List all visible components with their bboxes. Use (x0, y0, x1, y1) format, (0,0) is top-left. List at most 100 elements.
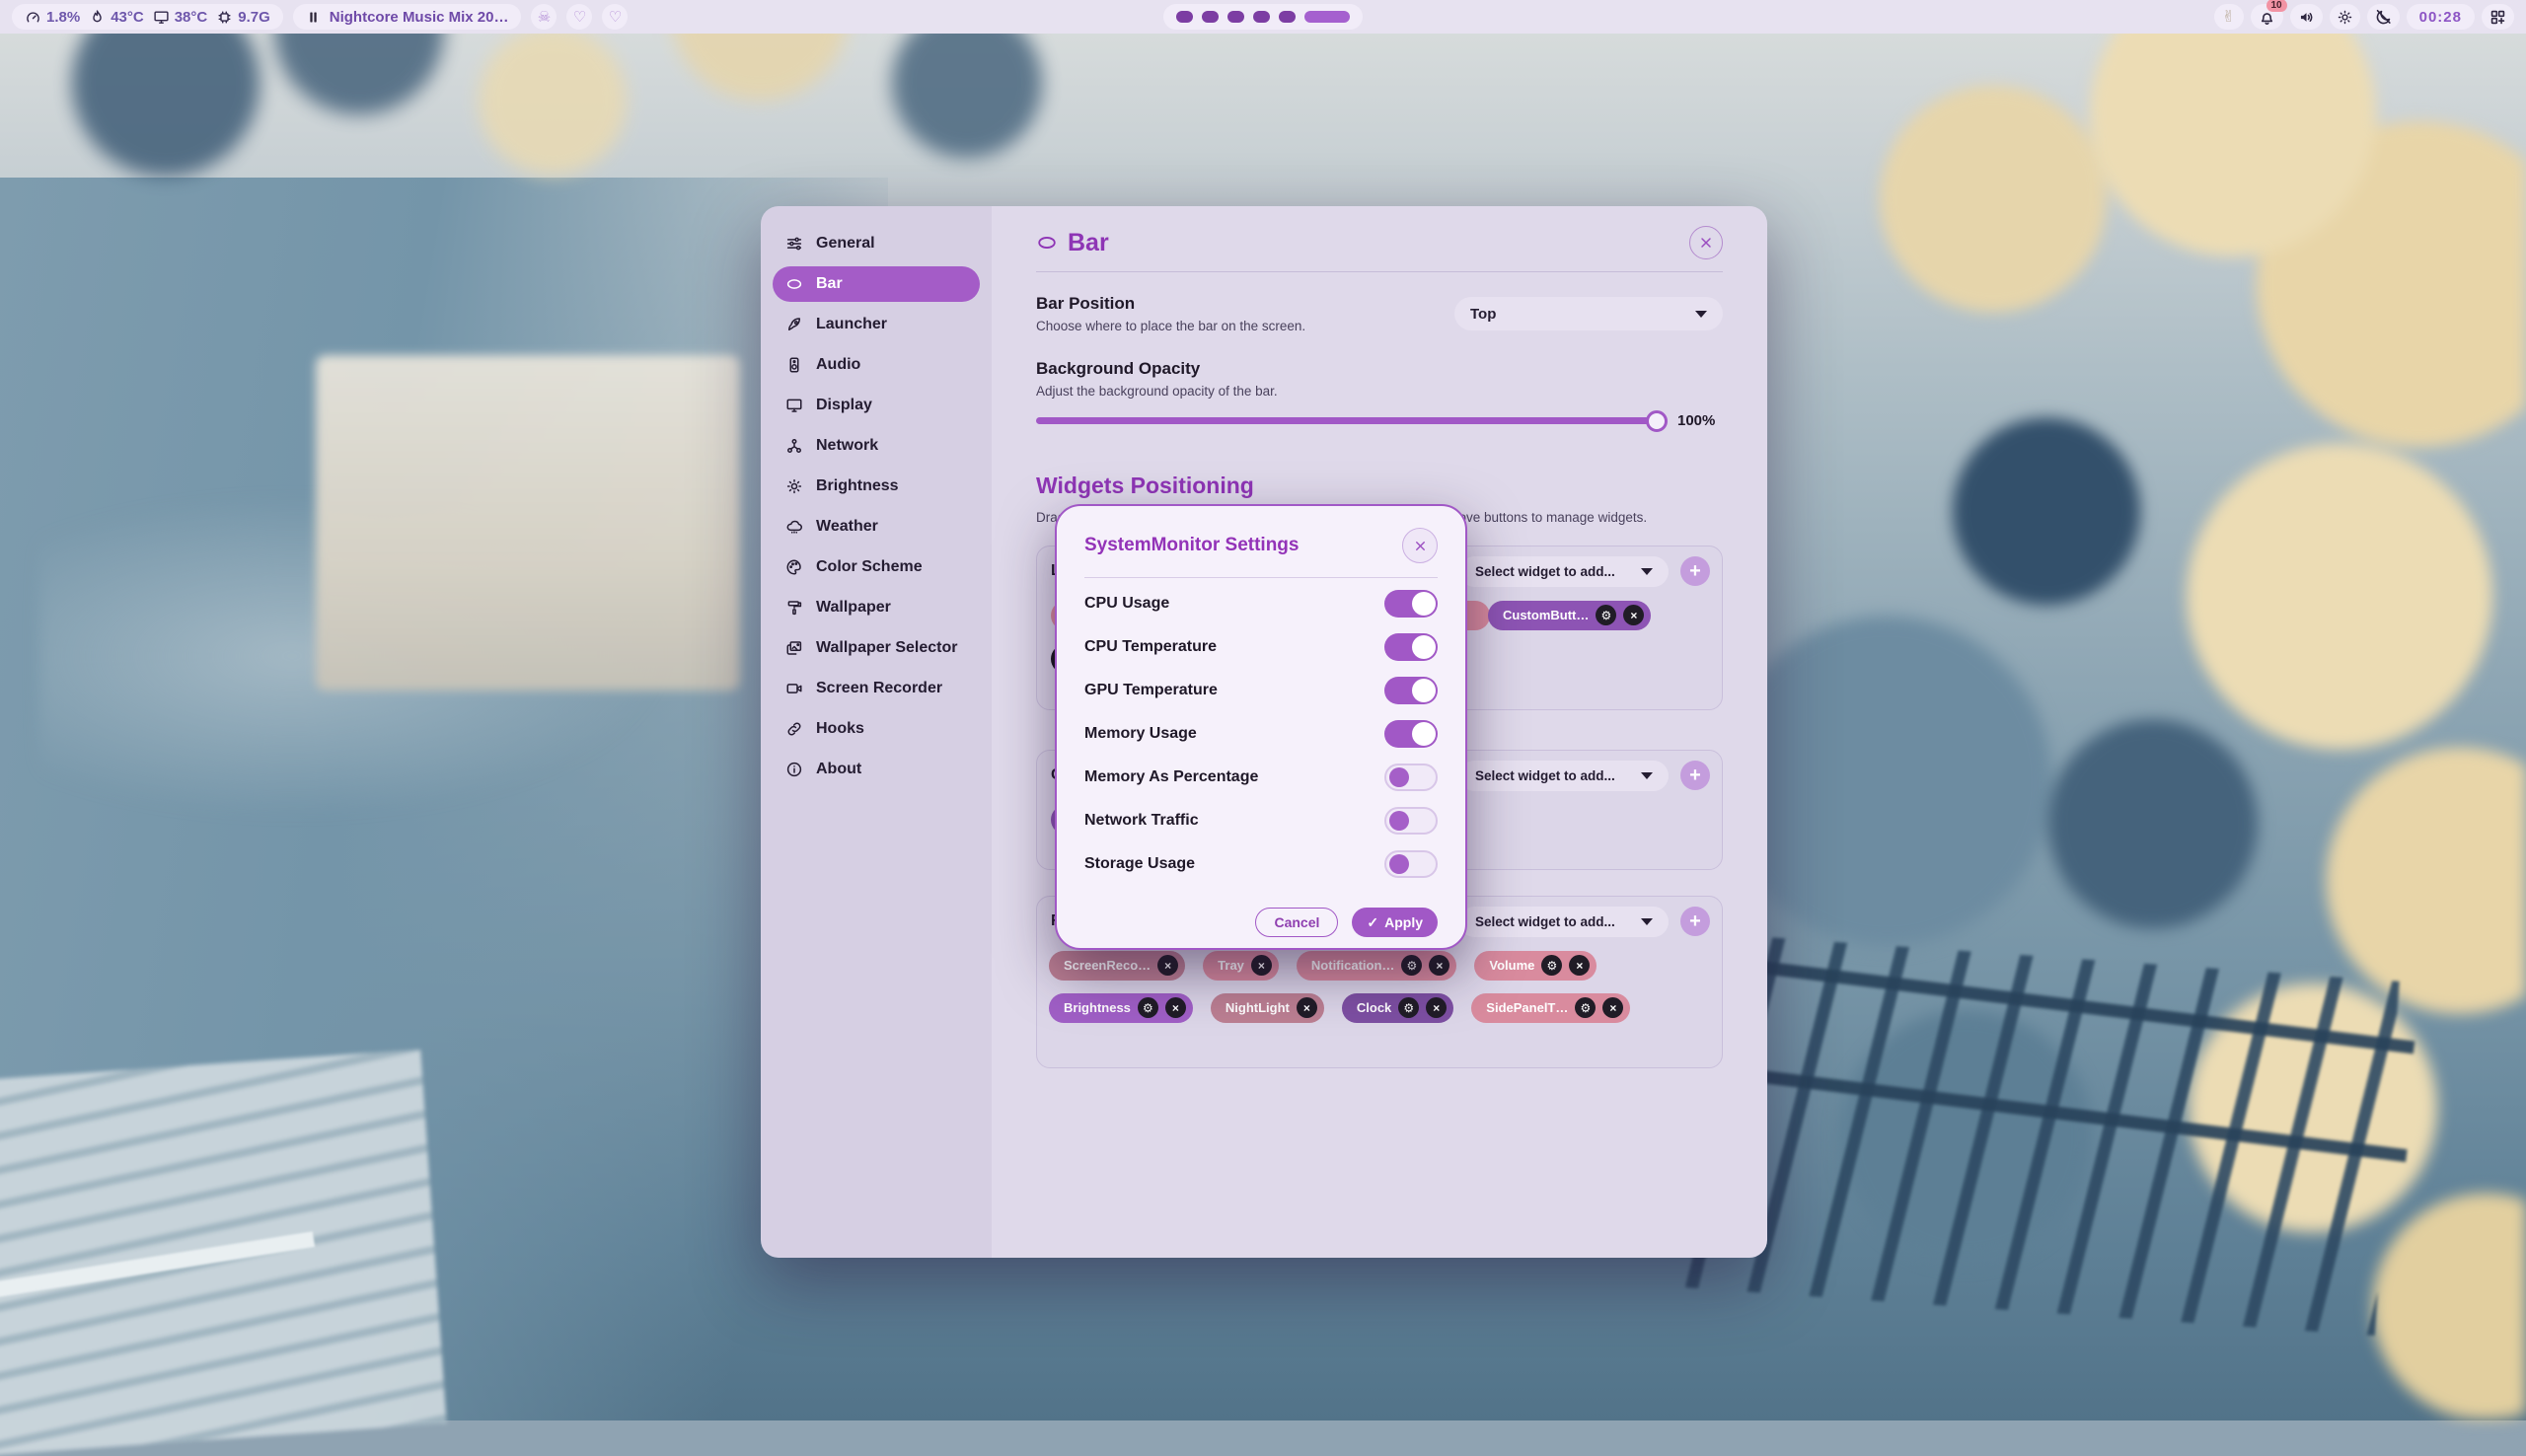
system-stats-widget[interactable]: 1.8% 43°C 38°C 9.7G (12, 4, 283, 30)
network-icon (785, 437, 803, 455)
sidebar-item-network[interactable]: Network (773, 428, 980, 464)
right-add-widget-dropdown[interactable]: Select widget to add... (1459, 907, 1669, 937)
clock-time: 00:28 (2419, 9, 2462, 26)
cpu-temperature-toggle[interactable] (1384, 633, 1438, 661)
remove-icon[interactable]: × (1297, 997, 1317, 1018)
sidebar-item-color-scheme[interactable]: Color Scheme (773, 549, 980, 585)
remove-icon[interactable]: × (1602, 997, 1623, 1018)
chevron-down-icon (1695, 311, 1707, 318)
images-icon (785, 639, 803, 657)
remove-icon[interactable]: × (1569, 955, 1590, 976)
storage-usage-toggle[interactable] (1384, 850, 1438, 878)
sidebar-label: Color Scheme (816, 558, 923, 576)
left-add-widget-dropdown[interactable]: Select widget to add... (1459, 556, 1669, 587)
gear-icon[interactable]: ⚙ (1596, 605, 1616, 625)
sidebar-item-wallpaper-selector[interactable]: Wallpaper Selector (773, 630, 980, 666)
remove-icon[interactable]: × (1623, 605, 1644, 625)
brightness-button[interactable] (2330, 4, 2360, 30)
workspace-indicator[interactable] (1163, 4, 1363, 30)
sidebar-label: General (816, 235, 875, 253)
widget-chip-sidepanel[interactable]: SidePanelT… ⚙ × (1471, 993, 1630, 1023)
bar-position-description: Choose where to place the bar on the scr… (1036, 319, 1454, 333)
gear-icon[interactable]: ⚙ (1575, 997, 1596, 1018)
workspace-dot-2[interactable] (1202, 11, 1219, 23)
widget-chip[interactable]: CustomButt… ⚙ × (1488, 601, 1651, 630)
volume-button[interactable] (2290, 4, 2323, 30)
workspace-dot-4[interactable] (1253, 11, 1270, 23)
left-add-widget-button[interactable]: + (1680, 556, 1710, 586)
gpu-temperature-toggle[interactable] (1384, 677, 1438, 704)
chevron-down-icon (1641, 568, 1653, 575)
cpu-usage-toggle[interactable] (1384, 590, 1438, 618)
chip-label: Clock (1357, 1000, 1391, 1015)
sidebar-item-hooks[interactable]: Hooks (773, 711, 980, 747)
sidebar-item-launcher[interactable]: Launcher (773, 307, 980, 342)
toggle-row-storage-usage: Storage Usage (1084, 842, 1438, 886)
apply-button[interactable]: ✓ Apply (1352, 908, 1438, 937)
link-icon (785, 720, 803, 738)
gear-icon[interactable]: ⚙ (1401, 955, 1422, 976)
workspace-dot-active[interactable] (1304, 11, 1350, 23)
sidebar-item-wallpaper[interactable]: Wallpaper (773, 590, 980, 625)
sidebar-item-audio[interactable]: Audio (773, 347, 980, 383)
remove-icon[interactable]: × (1251, 955, 1272, 976)
sidebar-item-about[interactable]: About (773, 752, 980, 787)
night-light-button[interactable] (2367, 4, 2400, 30)
widget-chip-notification[interactable]: Notification… ⚙ × (1297, 951, 1457, 981)
music-widget[interactable]: Nightcore Music Mix 20… (293, 4, 522, 30)
widget-chip-volume[interactable]: Volume ⚙ × (1474, 951, 1597, 981)
modal-footer: Cancel ✓ Apply (1084, 908, 1438, 937)
widget-chip-screenrecorder[interactable]: ScreenReco… × (1049, 951, 1185, 981)
memory-usage-toggle[interactable] (1384, 720, 1438, 748)
favorite-button-1[interactable]: ♡ (566, 4, 592, 30)
tray-app-button[interactable]: ✌ (2214, 4, 2244, 30)
gear-icon[interactable]: ⚙ (1138, 997, 1158, 1018)
toggle-label: Memory As Percentage (1084, 768, 1384, 786)
remove-icon[interactable]: × (1429, 955, 1449, 976)
widget-chip-tray[interactable]: Tray × (1203, 951, 1279, 981)
clock-widget[interactable]: 00:28 (2407, 4, 2475, 30)
toggle-label: CPU Temperature (1084, 638, 1384, 656)
bar-position-dropdown[interactable]: Top (1454, 297, 1723, 330)
center-add-widget-dropdown[interactable]: Select widget to add... (1459, 761, 1669, 791)
widget-chip-brightness[interactable]: Brightness ⚙ × (1049, 993, 1193, 1023)
skull-button[interactable]: ☠ (531, 4, 557, 30)
wallpaper-building (316, 355, 740, 691)
network-traffic-toggle[interactable] (1384, 807, 1438, 835)
sidebar-label: Weather (816, 518, 878, 536)
gear-icon[interactable]: ⚙ (1541, 955, 1562, 976)
favorite-button-2[interactable]: ♡ (602, 4, 628, 30)
center-add-widget-button[interactable]: + (1680, 761, 1710, 790)
notifications-button[interactable]: 10 (2251, 4, 2283, 30)
workspace-dot-5[interactable] (1279, 11, 1296, 23)
gear-icon[interactable]: ⚙ (1398, 997, 1419, 1018)
toggle-row-network-traffic: Network Traffic (1084, 799, 1438, 842)
heart-icon: ♡ (573, 8, 586, 26)
cancel-button[interactable]: Cancel (1255, 908, 1338, 937)
memory-as-percentage-toggle[interactable] (1384, 764, 1438, 791)
chevron-down-icon (1641, 772, 1653, 779)
widget-chip-clock[interactable]: Clock ⚙ × (1342, 993, 1453, 1023)
cloud-icon (785, 518, 803, 536)
modal-close-button[interactable] (1402, 528, 1438, 563)
sidebar-item-screen-recorder[interactable]: Screen Recorder (773, 671, 980, 706)
right-add-widget-button[interactable]: + (1680, 907, 1710, 936)
systemmonitor-settings-modal: SystemMonitor Settings CPU Usage CPU Tem… (1055, 504, 1467, 950)
remove-icon[interactable]: × (1165, 997, 1186, 1018)
sidebar-item-brightness[interactable]: Brightness (773, 469, 980, 504)
workspace-dot-3[interactable] (1227, 11, 1244, 23)
opacity-slider-handle[interactable] (1646, 410, 1668, 432)
sidebar-item-weather[interactable]: Weather (773, 509, 980, 545)
sidebar-item-general[interactable]: General (773, 226, 980, 261)
window-close-button[interactable] (1689, 226, 1723, 259)
remove-icon[interactable]: × (1157, 955, 1178, 976)
sidebar-item-bar[interactable]: Bar (773, 266, 980, 302)
monitor-icon (785, 397, 803, 414)
opacity-slider[interactable] (1036, 417, 1664, 424)
remove-icon[interactable]: × (1426, 997, 1447, 1018)
widget-chip-nightlight[interactable]: NightLight × (1211, 993, 1324, 1023)
sidebar-item-display[interactable]: Display (773, 388, 980, 423)
workspace-dot-1[interactable] (1176, 11, 1193, 23)
pause-icon[interactable] (306, 10, 321, 25)
overview-button[interactable] (2482, 4, 2514, 30)
